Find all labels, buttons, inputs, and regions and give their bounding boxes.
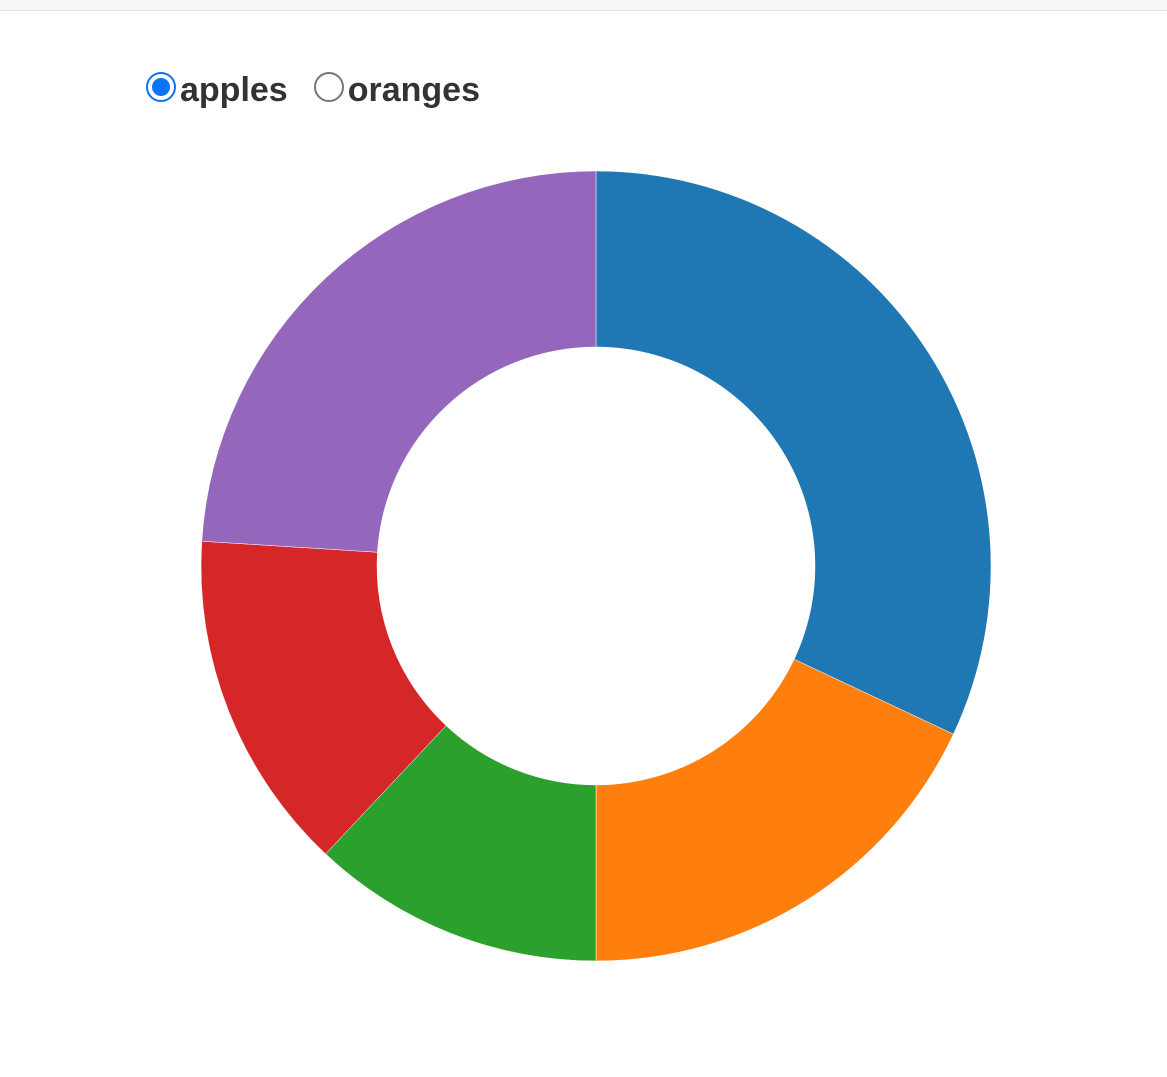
donut-chart: [200, 170, 992, 962]
donut-slice-5[interactable]: [201, 170, 597, 553]
donut-slices: [200, 170, 992, 962]
donut-slice-1[interactable]: [595, 170, 992, 735]
